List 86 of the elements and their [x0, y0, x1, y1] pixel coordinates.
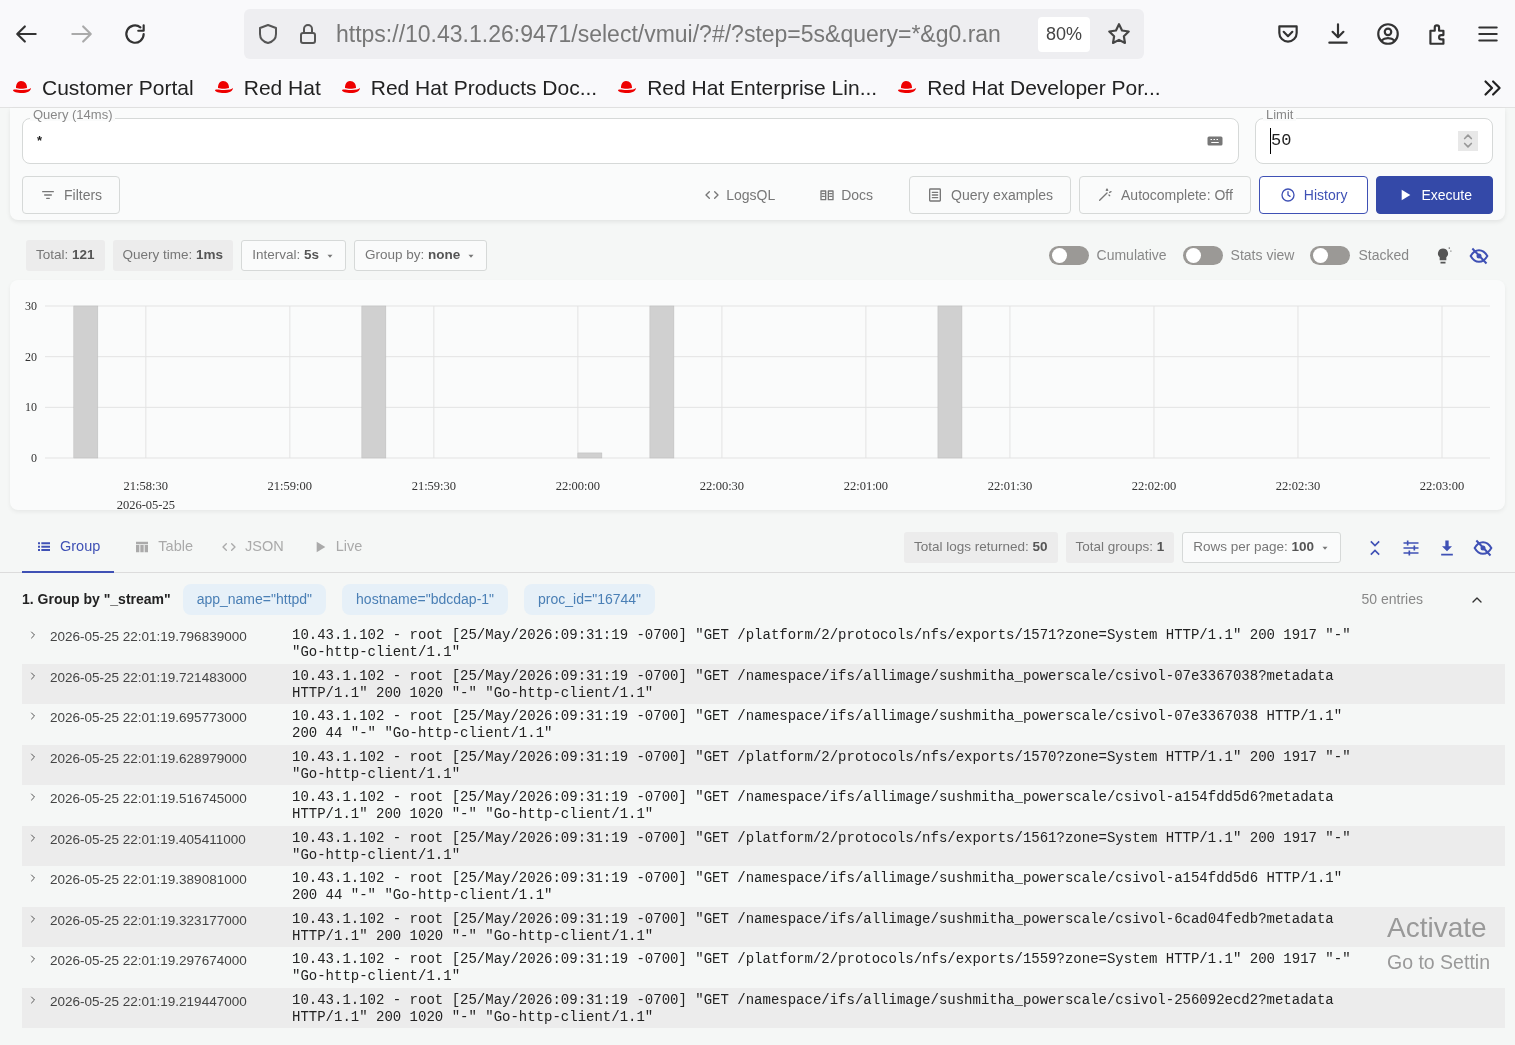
axis-tick-label: 21:59:30	[411, 479, 457, 493]
hide-icon[interactable]	[1473, 537, 1493, 558]
stream-tag: proc_id="16744"	[524, 584, 656, 615]
toggle-label: Cumulative	[1096, 246, 1167, 265]
toolbar-button[interactable]: Autocomplete: Off	[1079, 176, 1251, 214]
bookmark-link[interactable]: Customer Portal	[10, 71, 194, 104]
toolbar-button[interactable]: History	[1258, 176, 1369, 214]
log-time: 2026-05-25 22:01:19.796839000	[50, 628, 248, 646]
bookmark-link[interactable]: Red Hat	[211, 71, 321, 104]
log-time: 2026-05-25 22:01:19.389081000	[50, 871, 248, 889]
axis-tick-label: 22:02:00	[1131, 479, 1177, 493]
spinner-icon[interactable]	[1458, 130, 1478, 152]
axis-tick-label: 22:00:30	[699, 479, 745, 493]
axis-tick-label: 0	[31, 451, 37, 465]
link-button[interactable]: LogsQL	[694, 184, 786, 206]
view-tab[interactable]: Group	[22, 522, 115, 573]
histogram-bar	[577, 452, 603, 459]
log-time: 2026-05-25 22:01:19.219447000	[50, 992, 248, 1011]
star-icon[interactable]	[1106, 21, 1132, 47]
axis-tick-label: 22:01:30	[987, 479, 1033, 493]
axis-tick-label: 22:00:00	[555, 479, 601, 493]
log-message: 10.43.1.102 - root [25/May/2026:09:31:19 -0700] "GET /namespace/ifs/allimage/sushmitha_powerscale/csivol-256092ecd2?metadata HTTP/1.1" 200 1020 "-" "Go-http-client/1.1"	[292, 990, 1335, 1026]
field-label: Query (14ms)	[30, 108, 116, 121]
link-button[interactable]: Docs	[809, 184, 884, 206]
clock-icon	[1279, 187, 1296, 203]
toolbar-button[interactable]: Filters	[22, 176, 121, 214]
stream-tag: hostname="bdcdap-1"	[342, 584, 509, 615]
list-icon	[927, 187, 944, 203]
stat-chip: Total: 121	[26, 240, 105, 271]
dropdown-button[interactable]: Group by: none	[353, 240, 488, 271]
log-time: 2026-05-25 22:01:19.323177000	[50, 911, 248, 930]
stat-chip: Total groups: 1	[1065, 532, 1175, 563]
log-time: 2026-05-25 22:01:19.628979000	[50, 749, 248, 768]
stat-chip: Total logs returned: 50	[904, 532, 1058, 563]
stream-tag: app_name="httpd"	[182, 584, 327, 615]
activation-subtitle: Go to Settin	[1387, 950, 1490, 975]
toggle-switch[interactable]	[1310, 246, 1351, 265]
wand-icon	[1097, 187, 1114, 203]
log-message: 10.43.1.102 - root [25/May/2026:09:31:19 -0700] "GET /namespace/ifs/allimage/sushmitha_powerscale/csivol-6cad04fedb?metadata HTTP/1.1" 200 1020 "-" "Go-http-client/1.1"	[292, 909, 1335, 945]
toggle-label: Stacked	[1358, 246, 1409, 265]
account-icon[interactable]	[1375, 21, 1401, 47]
log-message: 10.43.1.102 - root [25/May/2026:09:31:19 -0700] "GET /namespace/ifs/allimage/sushmitha_powerscale/csivol-07e3367038 HTTP/1.1" 200 44 "-" "Go-http-client/1.1"	[292, 707, 1344, 742]
hide-icon[interactable]	[1469, 245, 1489, 266]
log-time: 2026-05-25 22:01:19.516745000	[50, 790, 248, 808]
stat-chip: Query time: 1ms	[112, 240, 234, 271]
axis-tick-label: 30	[25, 299, 37, 313]
log-message: 10.43.1.102 - root [25/May/2026:09:31:19 -0700] "GET /platform/2/protocols/nfs/exports/1571?zone=System HTTP/1.1" 200 1917 "-" "Go-http-client/1.1"	[292, 626, 1352, 661]
field-label: Limit	[1263, 108, 1297, 121]
shield-icon	[256, 22, 280, 46]
download-icon[interactable]	[1325, 21, 1351, 47]
bookmark-link[interactable]: Red Hat Developer Por...	[895, 71, 1161, 104]
log-message: 10.43.1.102 - root [25/May/2026:09:31:19 -0700] "GET /platform/2/protocols/nfs/exports/1561?zone=System HTTP/1.1" 200 1917 "-" "Go-http-client/1.1"	[292, 828, 1352, 864]
axis-tick-label: 20	[25, 349, 37, 364]
log-message: 10.43.1.102 - root [25/May/2026:09:31:19 -0700] "GET /namespace/ifs/allimage/sushmitha_powerscale/csivol-a154fdd5d6 HTTP/1.1" 200 44 "-" "Go-http-client/1.1"	[292, 869, 1344, 904]
log-time: 2026-05-25 22:01:19.695773000	[50, 709, 248, 727]
url-text[interactable]: https://10.43.1.26:9471/select/vmui/?#/?step=5s&query=*&g0.ran	[336, 16, 1022, 52]
dropdown-button[interactable]: Rows per page: 100	[1182, 532, 1341, 563]
log-time: 2026-05-25 22:01:19.405411000	[50, 830, 247, 849]
axis-tick-label: 22:01:00	[843, 479, 889, 493]
log-message: 10.43.1.102 - root [25/May/2026:09:31:19 -0700] "GET /namespace/ifs/allimage/sushmitha_powerscale/csivol-a154fdd5d6?metadata HTTP/1.1" 200 1020 "-" "Go-http-client/1.1"	[292, 788, 1335, 823]
toolbar-button[interactable]: Execute	[1376, 176, 1493, 214]
log-message: 10.43.1.102 - root [25/May/2026:09:31:19 -0700] "GET /namespace/ifs/allimage/sushmitha_powerscale/csivol-07e3367038?metadata HTTP/1.1" 200 1020 "-" "Go-http-client/1.1"	[292, 666, 1335, 702]
bookmark-link[interactable]: Red Hat Products Doc...	[338, 71, 598, 104]
toggle-label: Stats view	[1230, 246, 1295, 265]
limit-field[interactable]: 50	[1255, 118, 1493, 164]
bookmark-link[interactable]: Red Hat Enterprise Lin...	[615, 71, 878, 104]
dropdown-button[interactable]: Interval: 5s	[241, 240, 346, 271]
toolbar-button[interactable]: Query examples	[909, 176, 1072, 214]
book-icon	[819, 187, 836, 203]
axis-tick-label: 10	[25, 400, 37, 415]
log-time: 2026-05-25 22:01:19.297674000	[50, 952, 248, 970]
toggle-switch[interactable]	[1048, 246, 1089, 265]
axis-tick-label: 22:03:00	[1419, 479, 1465, 493]
log-message: 10.43.1.102 - root [25/May/2026:09:31:19 -0700] "GET /platform/2/protocols/nfs/exports/1570?zone=System HTTP/1.1" 200 1917 "-" "Go-http-client/1.1"	[292, 747, 1352, 783]
toggle-switch[interactable]	[1182, 246, 1223, 265]
group-title: 1. Group by "_stream"	[22, 590, 171, 609]
reload-icon[interactable]	[122, 21, 148, 47]
activation-title: Activate	[1387, 911, 1488, 945]
axis-tick-label: 21:59:00	[267, 479, 313, 493]
entries-count: 50 entries	[1361, 590, 1423, 609]
axis-tick-label: 21:58:30	[123, 479, 169, 493]
log-message: 10.43.1.102 - root [25/May/2026:09:31:19 -0700] "GET /platform/2/protocols/nfs/exports/1559?zone=System HTTP/1.1" 200 1917 "-" "Go-http-client/1.1"	[292, 950, 1352, 985]
log-time: 2026-05-25 22:01:19.721483000	[50, 668, 248, 687]
axis-tick-label: 22:02:30	[1275, 479, 1321, 493]
zoom-level[interactable]: 80%	[1037, 16, 1090, 52]
date-label: 2026-05-25	[116, 498, 175, 510]
